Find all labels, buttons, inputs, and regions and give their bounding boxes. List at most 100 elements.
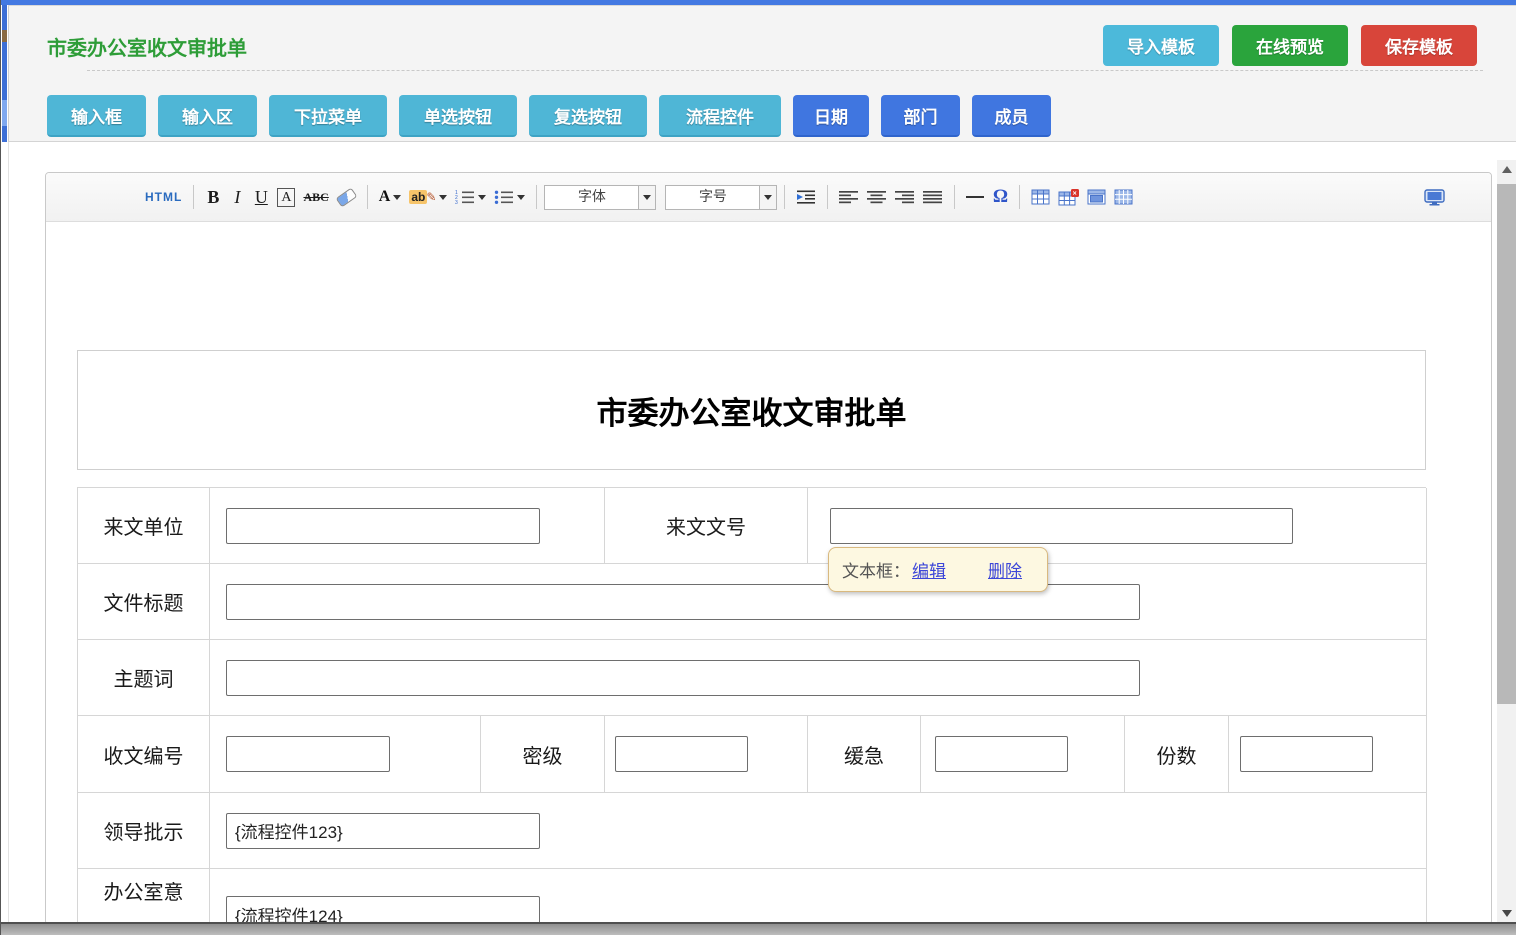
document-form-table: 来文单位 来文文号 文件标题 主题词 收文编号 密级 缓急 份数	[77, 487, 1426, 925]
chevron-down-icon	[478, 195, 486, 200]
widget-checkbox-button[interactable]: 复选按钮	[529, 95, 647, 137]
cell-copies	[1229, 716, 1427, 793]
table-properties-icon[interactable]	[1083, 181, 1110, 213]
label-secrecy-level: 密级	[481, 716, 605, 793]
toolbar-separator	[193, 185, 194, 209]
widget-dropdown-button[interactable]: 下拉菜单	[269, 95, 387, 137]
underline-icon[interactable]: U	[249, 181, 273, 213]
cell-secrecy-level	[605, 716, 808, 793]
unordered-list-icon[interactable]	[490, 181, 529, 213]
toolbar-separator	[536, 185, 537, 209]
svg-text:3: 3	[455, 200, 458, 205]
leader-instructions-flow-control[interactable]	[226, 813, 540, 849]
label-subject-words: 主题词	[78, 640, 210, 716]
widget-button-row: 输入框 输入区 下拉菜单 单选按钮 复选按钮 流程控件 日期 部门 成员	[47, 95, 1051, 137]
align-left-icon[interactable]	[835, 181, 863, 213]
insert-table-icon[interactable]	[1027, 181, 1054, 213]
eraser-icon[interactable]	[333, 181, 360, 213]
tooltip-label: 文本框：	[842, 557, 910, 582]
widget-input-box-button[interactable]: 输入框	[47, 95, 146, 137]
chevron-down-icon	[759, 186, 776, 209]
font-color-icon[interactable]: A	[375, 181, 406, 213]
import-template-button[interactable]: 导入模板	[1103, 25, 1219, 66]
widget-flow-control-button[interactable]: 流程控件	[659, 95, 781, 137]
horizontal-rule-icon[interactable]	[962, 181, 988, 213]
chevron-down-icon	[517, 195, 525, 200]
document-title: 市委办公室收文审批单	[597, 388, 907, 433]
cell-properties-icon[interactable]	[1110, 181, 1137, 213]
incoming-unit-input[interactable]	[226, 508, 540, 544]
control-tooltip: 文本框： 编辑 删除	[828, 547, 1048, 592]
scrollbar-up-arrow[interactable]	[1497, 160, 1516, 178]
pencil-icon: ✎	[426, 190, 436, 204]
widget-date-button[interactable]: 日期	[793, 95, 869, 137]
widget-department-button[interactable]: 部门	[881, 95, 960, 137]
window-bottom-edge	[1, 922, 1516, 935]
font-family-select[interactable]: 字体	[544, 185, 656, 210]
delete-table-icon[interactable]: ×	[1054, 181, 1083, 213]
subject-words-input[interactable]	[226, 660, 1140, 696]
cell-receipt-number	[210, 716, 481, 793]
ordered-list-icon[interactable]: 1 2 3	[451, 181, 490, 213]
font-size-select[interactable]: 字号	[665, 185, 777, 210]
format-box-icon[interactable]: A	[273, 181, 299, 213]
incoming-doc-number-input[interactable]	[830, 508, 1293, 544]
chevron-down-icon	[439, 195, 447, 200]
header-actions: 导入模板 在线预览 保存模板	[1103, 25, 1477, 66]
delete-control-link[interactable]: 删除	[988, 557, 1022, 582]
office-opinion-flow-control[interactable]	[226, 896, 540, 925]
receipt-number-input[interactable]	[226, 736, 390, 772]
online-preview-button[interactable]: 在线预览	[1232, 25, 1348, 66]
cell-office-opinion	[210, 869, 1427, 925]
align-justify-icon[interactable]	[919, 181, 947, 213]
sidebar-icon-fragment	[2, 100, 7, 126]
cell-leader-instructions	[210, 793, 1427, 869]
save-template-button[interactable]: 保存模板	[1361, 25, 1477, 66]
edit-control-link[interactable]: 编辑	[912, 557, 946, 582]
page-title: 市委办公室收文审批单	[47, 32, 247, 61]
header-dashed-divider	[87, 70, 1483, 71]
align-center-icon[interactable]	[863, 181, 891, 213]
cell-incoming-unit	[210, 488, 605, 564]
widget-member-button[interactable]: 成员	[972, 95, 1051, 137]
document-title-cell: 市委办公室收文审批单	[77, 350, 1426, 470]
app-window: 市委办公室收文审批单 导入模板 在线预览 保存模板 输入框 输入区 下拉菜单 单…	[0, 0, 1516, 935]
widget-textarea-button[interactable]: 输入区	[158, 95, 257, 137]
copies-input[interactable]	[1240, 736, 1373, 772]
header-panel: 市委办公室收文审批单 导入模板 在线预览 保存模板 输入框 输入区 下拉菜单 单…	[8, 5, 1516, 142]
cell-subject-words	[210, 640, 1427, 716]
secrecy-level-input[interactable]	[615, 736, 748, 772]
strikethrough-icon[interactable]: ABC	[299, 181, 332, 213]
special-character-icon[interactable]: Ω	[988, 181, 1012, 213]
label-copies: 份数	[1125, 716, 1229, 793]
label-incoming-doc-number: 来文文号	[605, 488, 808, 564]
indent-icon[interactable]	[792, 181, 820, 213]
cell-urgency	[921, 716, 1125, 793]
align-right-icon[interactable]	[891, 181, 919, 213]
editor-toolbar: HTML B I U A ABC A ab✎ 1 2 3	[46, 173, 1491, 222]
editor-content-area[interactable]: 市委办公室收文审批单 来文单位 来文文号 文件标题 主题词 收文编号 密级	[46, 222, 1491, 925]
scrollbar-thumb[interactable]	[1497, 184, 1516, 704]
widget-radio-button[interactable]: 单选按钮	[399, 95, 517, 137]
chevron-down-icon	[393, 195, 401, 200]
scrollbar-down-arrow[interactable]	[1497, 904, 1516, 922]
fullscreen-icon[interactable]	[1420, 181, 1449, 213]
label-urgency: 缓急	[808, 716, 921, 793]
toolbar-separator	[827, 185, 828, 209]
vertical-scrollbar	[1497, 160, 1516, 922]
rich-text-editor: HTML B I U A ABC A ab✎ 1 2 3	[45, 172, 1492, 925]
bold-icon[interactable]: B	[201, 181, 225, 213]
label-receipt-number: 收文编号	[78, 716, 210, 793]
label-leader-instructions: 领导批示	[78, 793, 210, 869]
background-sidebar-strip	[2, 5, 7, 142]
urgency-input[interactable]	[935, 736, 1068, 772]
toolbar-separator	[784, 185, 785, 209]
html-source-icon[interactable]: HTML	[141, 181, 186, 213]
toolbar-separator	[367, 185, 368, 209]
italic-icon[interactable]: I	[225, 181, 249, 213]
label-office-opinion: 办公室意见	[78, 869, 210, 925]
toolbar-separator	[1019, 185, 1020, 209]
highlight-color-icon[interactable]: ab✎	[405, 181, 451, 213]
toolbar-separator	[954, 185, 955, 209]
label-document-title: 文件标题	[78, 564, 210, 640]
